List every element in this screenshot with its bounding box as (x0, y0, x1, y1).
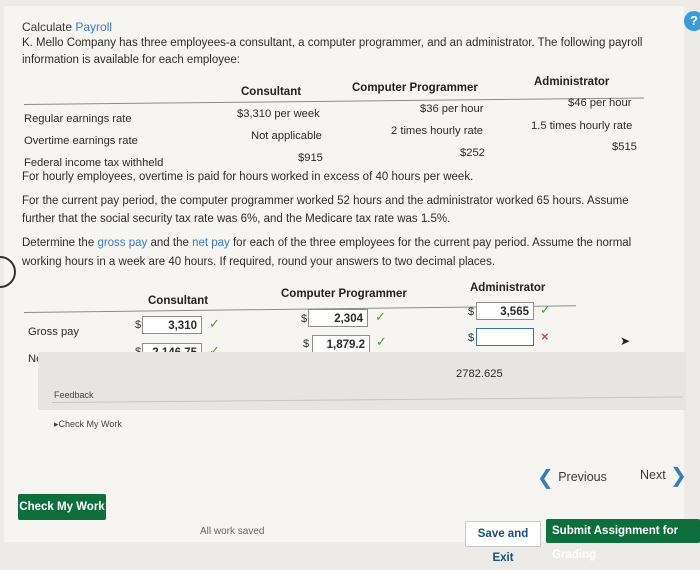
net-pay-administrator-input[interactable] (476, 328, 534, 346)
answer-header-consultant: Consultant (148, 295, 209, 307)
info-cell: 1.5 times hourly rate (531, 120, 633, 132)
gross-pay-programmer-input[interactable]: 2,304 (308, 309, 368, 327)
info-row-label: Overtime earnings rate (24, 135, 138, 147)
period-line-1: For the current pay period, the computer… (22, 195, 629, 207)
page-title: Calculate Payroll (22, 20, 113, 34)
info-cell: $252 (460, 147, 485, 159)
currency-symbol: $ (301, 313, 308, 325)
info-row-label: Regular earnings rate (24, 113, 132, 125)
info-header-programmer: Computer Programmer (352, 82, 478, 94)
save-and-exit-button[interactable]: Save and Exit (465, 521, 541, 564)
saved-status: All work saved (200, 526, 265, 537)
intro-line-2: information is available for each employ… (22, 54, 240, 66)
instruction-line-1: Determine the gross pay and the net pay … (22, 237, 632, 249)
info-cell: $915 (298, 152, 323, 164)
feedback-label: Feedback (54, 390, 94, 400)
gross-pay-term[interactable]: gross pay (97, 237, 147, 249)
instruction-line-2: working hours in a week are 40 hours. If… (22, 256, 496, 268)
submit-assignment-button[interactable]: Submit Assignment for Grading (546, 519, 700, 561)
cross-icon: × (541, 329, 549, 344)
check-icon: ✓ (375, 309, 386, 324)
gross-pay-consultant-input[interactable]: 3,310 (142, 316, 202, 334)
check-icon: ✓ (376, 334, 387, 349)
info-cell: $515 (612, 141, 637, 153)
info-header-consultant: Consultant (241, 86, 302, 98)
intro-line-1: K. Mello Company has three employees-a c… (22, 37, 643, 49)
net-pay-term[interactable]: net pay (192, 237, 230, 249)
previous-button[interactable]: ❮ Previous (537, 465, 607, 490)
gross-pay-administrator-input[interactable]: 3,565 (476, 302, 534, 320)
info-cell: $36 per hour (420, 103, 484, 115)
currency-symbol: $ (468, 306, 475, 318)
mouse-cursor-icon: ➤ (620, 334, 631, 348)
info-row-label: Federal income tax withheld (24, 157, 164, 169)
info-cell: 2 times hourly rate (391, 125, 484, 137)
chevron-right-icon: ❯ (670, 465, 687, 487)
feedback-value: 2782.625 (456, 368, 503, 380)
info-header-administrator: Administrator (534, 76, 610, 88)
feedback-check-toggle[interactable]: ▸Check My Work (54, 419, 122, 430)
gross-pay-label: Gross pay (28, 326, 79, 338)
currency-symbol: $ (303, 338, 310, 350)
next-button[interactable]: Next ❯ (640, 463, 687, 488)
chevron-left-icon: ❮ (537, 467, 554, 489)
currency-symbol: $ (468, 332, 475, 344)
currency-symbol: $ (135, 319, 142, 331)
net-pay-programmer-input[interactable]: 1,879.2 (312, 335, 370, 353)
overtime-rule: For hourly employees, overtime is paid f… (22, 171, 474, 183)
info-cell: Not applicable (251, 130, 322, 142)
check-my-work-button[interactable]: Check My Work (18, 494, 106, 520)
answer-header-administrator: Administrator (470, 282, 546, 294)
answer-header-programmer: Computer Programmer (281, 288, 407, 300)
check-icon: ✓ (209, 316, 220, 331)
period-line-2: further that the social security tax rat… (22, 213, 451, 225)
check-icon: ✓ (540, 302, 551, 317)
info-cell: $46 per hour (568, 97, 632, 109)
help-icon[interactable]: ? (684, 11, 700, 31)
info-cell: $3,310 per week (237, 108, 320, 120)
